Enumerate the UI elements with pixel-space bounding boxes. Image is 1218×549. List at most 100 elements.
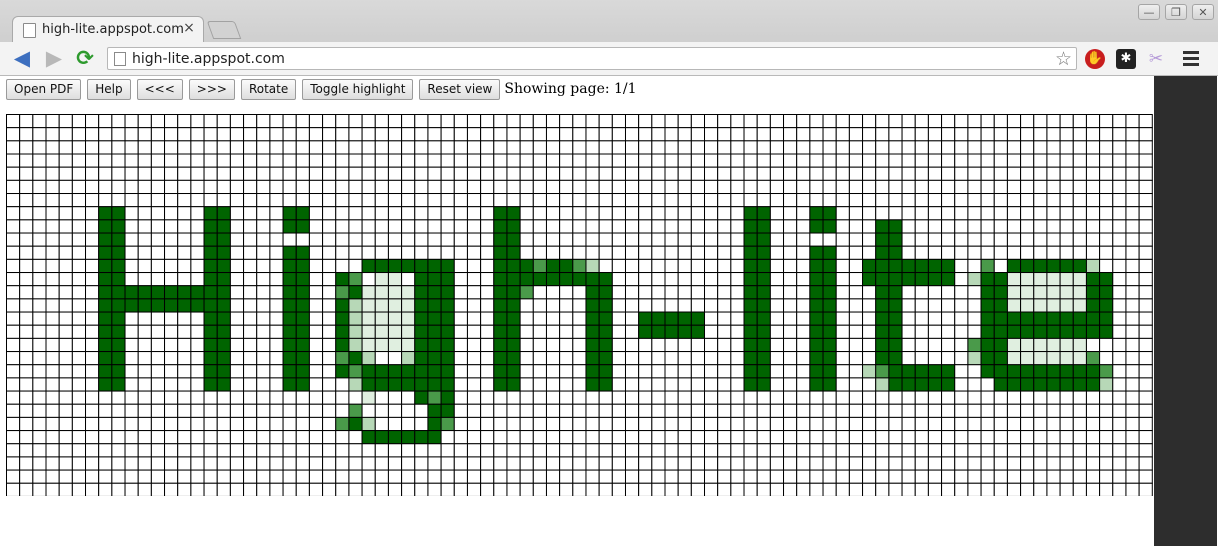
grid-cell[interactable] [559,416,574,432]
grid-cell[interactable] [532,232,547,247]
grid-cell[interactable] [677,430,692,445]
grid-cell[interactable] [717,482,732,496]
grid-cell[interactable] [954,430,969,445]
grid-cell[interactable] [1099,351,1114,366]
grid-cell[interactable] [466,482,482,496]
grid-cell[interactable] [769,324,785,339]
grid-cell[interactable] [1020,298,1035,313]
grid-cell[interactable] [308,456,324,471]
grid-cell[interactable] [111,456,126,471]
grid-cell[interactable] [559,482,574,496]
grid-cell[interactable] [124,298,139,313]
grid-cell[interactable] [756,166,771,181]
grid-cell[interactable] [717,140,732,155]
grid-cell[interactable] [111,364,126,379]
grid-cell[interactable] [71,258,87,274]
grid-cell[interactable] [862,403,877,418]
grid-cell[interactable] [269,258,284,274]
grid-cell[interactable] [111,219,126,234]
grid-cell[interactable] [1020,193,1035,208]
grid-cell[interactable] [875,469,890,484]
grid-cell[interactable] [756,245,771,260]
grid-cell[interactable] [624,456,640,471]
grid-cell[interactable] [374,311,389,326]
grid-cell[interactable] [835,324,850,339]
grid-cell[interactable] [361,127,376,142]
grid-cell[interactable] [822,258,837,274]
grid-cell[interactable] [124,140,139,155]
grid-cell[interactable] [993,430,1008,445]
grid-cell[interactable] [624,377,640,392]
grid-cell[interactable] [282,179,297,195]
grid-cell[interactable] [401,430,416,445]
grid-cell[interactable] [229,232,245,247]
grid-cell[interactable] [401,337,416,353]
grid-cell[interactable] [124,219,139,234]
grid-cell[interactable] [1125,179,1140,195]
grid-cell[interactable] [914,206,929,221]
grid-cell[interactable] [111,272,126,287]
grid-cell[interactable] [1046,337,1061,353]
grid-cell[interactable] [295,219,310,234]
grid-cell[interactable] [730,193,745,208]
grid-cell[interactable] [164,324,179,339]
grid-cell[interactable] [545,140,561,155]
grid-cell[interactable] [361,153,376,168]
grid-cell[interactable] [993,272,1008,287]
grid-cell[interactable] [1112,206,1127,221]
grid-cell[interactable] [664,324,679,339]
grid-cell[interactable] [914,245,929,260]
grid-cell[interactable] [1099,193,1114,208]
grid-cell[interactable] [282,193,297,208]
grid-cell[interactable] [519,364,534,379]
grid-cell[interactable] [335,377,350,392]
grid-cell[interactable] [848,258,864,274]
grid-cell[interactable] [901,416,916,432]
grid-cell[interactable] [980,298,995,313]
grid-cell[interactable] [466,127,482,142]
grid-cell[interactable] [493,153,508,168]
grid-cell[interactable] [374,232,389,247]
grid-cell[interactable] [914,311,929,326]
grid-cell[interactable] [914,430,929,445]
grid-cell[interactable] [361,311,376,326]
grid-cell[interactable] [1085,219,1101,234]
grid-cell[interactable] [1020,285,1035,300]
grid-cell[interactable] [611,364,626,379]
grid-cell[interactable] [374,430,389,445]
grid-cell[interactable] [427,127,442,142]
grid-cell[interactable] [308,311,324,326]
grid-cell[interactable] [914,416,929,432]
grid-cell[interactable] [1112,245,1127,260]
grid-cell[interactable] [466,324,482,339]
grid-cell[interactable] [717,377,732,392]
grid-cell[interactable] [743,416,758,432]
grid-cell[interactable] [835,166,850,181]
grid-cell[interactable] [1059,311,1074,326]
grid-cell[interactable] [427,416,442,432]
grid-cell[interactable] [58,245,73,260]
grid-cell[interactable] [322,127,337,142]
grid-cell[interactable] [585,193,600,208]
grid-cell[interactable] [229,482,245,496]
grid-cell[interactable] [229,324,245,339]
grid-cell[interactable] [190,179,205,195]
grid-cell[interactable] [875,337,890,353]
grid-cell[interactable] [1046,206,1061,221]
grid-cell[interactable] [177,416,192,432]
grid-cell[interactable] [85,416,100,432]
grid-cell[interactable] [545,127,561,142]
grid-cell[interactable] [6,443,21,458]
grid-cell[interactable] [71,285,87,300]
grid-cell[interactable] [677,416,692,432]
grid-cell[interactable] [150,416,166,432]
grid-cell[interactable] [203,430,218,445]
grid-cell[interactable] [361,140,376,155]
grid-cell[interactable] [730,140,745,155]
grid-cell[interactable] [466,351,482,366]
grid-cell[interactable] [927,298,943,313]
grid-cell[interactable] [150,324,166,339]
grid-cell[interactable] [756,390,771,405]
grid-cell[interactable] [45,114,60,129]
grid-cell[interactable] [519,443,534,458]
